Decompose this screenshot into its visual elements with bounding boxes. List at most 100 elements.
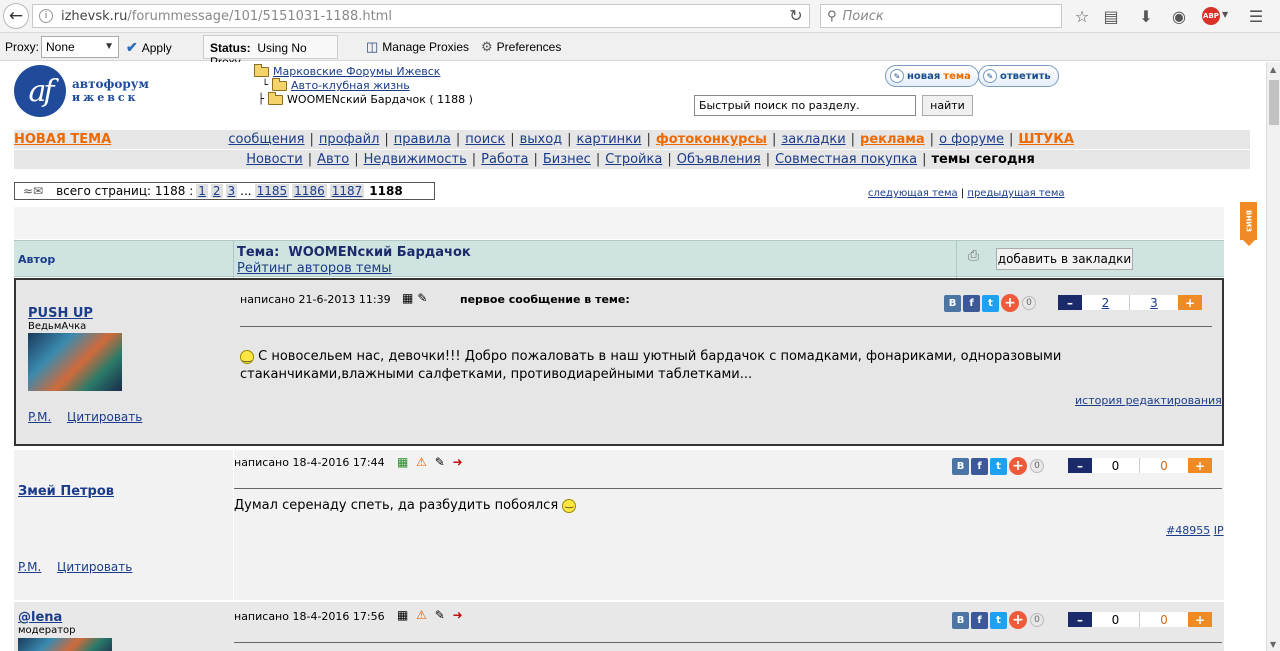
card-icon[interactable]: ▦ (397, 608, 408, 622)
post-author[interactable]: Змей Петров (18, 484, 114, 499)
menu-jobs[interactable]: Работа (481, 152, 528, 167)
vk-icon[interactable]: В (952, 457, 969, 475)
browser-search-input[interactable]: ⚲ Поиск (820, 4, 1062, 28)
facebook-icon[interactable]: f (971, 611, 988, 629)
menu-classifieds[interactable]: Объявления (677, 152, 761, 167)
edit-icon[interactable]: ✎ (417, 291, 427, 305)
menu-rules[interactable]: правила (394, 132, 451, 147)
vote-minus-button[interactable]: – (1068, 612, 1092, 627)
vote-minus-count[interactable]: 0 (1092, 458, 1140, 473)
pm-link[interactable]: P.M. (18, 560, 41, 574)
facebook-icon[interactable]: f (971, 457, 988, 475)
menu-search[interactable]: поиск (465, 132, 505, 147)
twitter-icon[interactable]: t (982, 294, 999, 312)
page-link[interactable]: 1187 (329, 184, 365, 198)
menu-pictures[interactable]: картинки (577, 132, 642, 147)
card-icon[interactable]: ▦ (397, 455, 408, 469)
url-bar[interactable]: i izhevsk.ru/forummessage/101/5151031-11… (32, 4, 810, 28)
menu-business[interactable]: Бизнес (543, 152, 591, 167)
menu-profile[interactable]: профайл (319, 132, 380, 147)
reload-icon[interactable]: ↻ (786, 6, 806, 25)
vk-icon[interactable]: В (944, 294, 961, 312)
scroll-thumb[interactable] (1269, 80, 1279, 125)
menu-about[interactable]: о форуме (939, 132, 1004, 147)
vote-minus-count[interactable]: 2 (1082, 295, 1130, 310)
share-plus-icon[interactable]: + (1009, 457, 1027, 475)
dropdown-arrow-icon[interactable]: ▼ (1222, 10, 1228, 19)
quick-search-button[interactable]: найти (922, 95, 973, 116)
breadcrumb-section[interactable]: └ Авто-клубная жизнь (262, 77, 410, 92)
avatar[interactable] (28, 333, 122, 391)
printer-icon[interactable]: ⎙ (968, 248, 979, 264)
menu-messages[interactable]: сообщения (228, 132, 304, 147)
share-plus-icon[interactable]: + (1009, 611, 1027, 629)
vote-plus-button[interactable]: + (1188, 612, 1212, 627)
new-topic-button[interactable]: ✎ новая тема (885, 65, 979, 87)
vk-icon[interactable]: В (952, 611, 969, 629)
apply-button[interactable]: ✔ Apply (126, 39, 172, 56)
prev-topic-link[interactable]: предыдущая тема (967, 188, 1064, 199)
next-topic-link[interactable]: следующая тема (868, 188, 958, 199)
page-link[interactable]: 1 (196, 184, 208, 198)
menu-auto[interactable]: Авто (317, 152, 349, 167)
download-icon[interactable]: ⬇ (1136, 7, 1156, 26)
card-icon[interactable]: ▦ (402, 291, 413, 305)
preferences-button[interactable]: ⚙ Preferences (481, 39, 561, 55)
page-link[interactable]: 2 (210, 184, 223, 198)
vote-plus-count[interactable]: 0 (1140, 458, 1188, 473)
vote-plus-count[interactable]: 0 (1140, 612, 1188, 627)
warning-icon[interactable]: ⚠ (416, 455, 427, 469)
new-topic-link[interactable]: НОВАЯ ТЕМА (14, 132, 111, 147)
back-arrow-icon[interactable]: ← (3, 3, 29, 29)
post-author[interactable]: @lena (18, 610, 62, 625)
edit-history-link[interactable]: история редактирования (1075, 394, 1222, 407)
add-bookmark-button[interactable]: добавить в закладки (996, 248, 1133, 270)
proxy-select[interactable]: None ▼ (41, 36, 119, 58)
menu-today-topics[interactable]: темы сегодня (931, 152, 1034, 167)
menu-ads[interactable]: реклама (860, 132, 925, 147)
menu-joint-purchase[interactable]: Совместная покупка (775, 152, 917, 167)
page-link[interactable]: 3 (225, 184, 238, 198)
edit-icon[interactable]: ✎ (435, 455, 445, 469)
quick-search-input[interactable]: Быстрый поиск по разделу. (694, 95, 916, 116)
vote-minus-button[interactable]: – (1068, 458, 1092, 473)
menu-photo-contests[interactable]: фотоконкурсы (656, 132, 767, 147)
twitter-icon[interactable]: t (990, 457, 1007, 475)
manage-proxies-button[interactable]: ◫ Manage Proxies (366, 39, 469, 55)
vote-minus-count[interactable]: 0 (1092, 612, 1140, 627)
warning-icon[interactable]: ⚠ (416, 608, 427, 622)
menu-news[interactable]: Новости (246, 152, 303, 167)
author-rating-link[interactable]: Рейтинг авторов темы (237, 261, 392, 276)
page-link[interactable]: 1186 (292, 184, 327, 198)
menu-hamburger-icon[interactable]: ☰ (1246, 7, 1266, 26)
facebook-icon[interactable]: f (963, 294, 980, 312)
twitter-icon[interactable]: t (990, 611, 1007, 629)
reply-button[interactable]: ✎ ответить (978, 65, 1059, 87)
menu-shtuka[interactable]: ШТУКА (1018, 132, 1074, 147)
scroll-up-icon[interactable]: ▲ (1270, 65, 1276, 74)
quote-link[interactable]: Цитировать (57, 560, 132, 574)
bookmark-star-icon[interactable]: ☆ (1072, 7, 1092, 26)
message-id-link[interactable]: #48955 (1166, 524, 1210, 537)
move-icon[interactable]: ➜ (453, 608, 463, 622)
pm-link[interactable]: P.M. (28, 410, 51, 424)
menu-construction[interactable]: Стройка (605, 152, 662, 167)
vote-plus-button[interactable]: + (1188, 458, 1212, 473)
scroll-down-button[interactable]: ВНИЗ (1240, 202, 1257, 240)
reading-list-icon[interactable]: ▤ (1101, 7, 1121, 26)
scroll-down-icon[interactable]: ▼ (1270, 640, 1276, 649)
quote-link[interactable]: Цитировать (67, 410, 142, 424)
post-author[interactable]: PUSH UP (28, 306, 93, 321)
breadcrumb-root[interactable]: Марковские Форумы Ижевск (254, 63, 440, 78)
menu-bookmarks[interactable]: закладки (781, 132, 845, 147)
page-scrollbar[interactable]: ▲ ▼ (1266, 62, 1280, 651)
menu-logout[interactable]: выход (520, 132, 563, 147)
vote-plus-count[interactable]: 3 (1130, 295, 1178, 310)
pocket-icon[interactable]: ◉ (1169, 7, 1189, 26)
move-icon[interactable]: ➜ (453, 455, 463, 469)
info-icon[interactable]: i (39, 9, 53, 23)
avatar[interactable] (18, 638, 112, 651)
vote-minus-button[interactable]: – (1058, 295, 1082, 310)
share-plus-icon[interactable]: + (1001, 294, 1019, 312)
ip-link[interactable]: IP (1214, 524, 1224, 537)
